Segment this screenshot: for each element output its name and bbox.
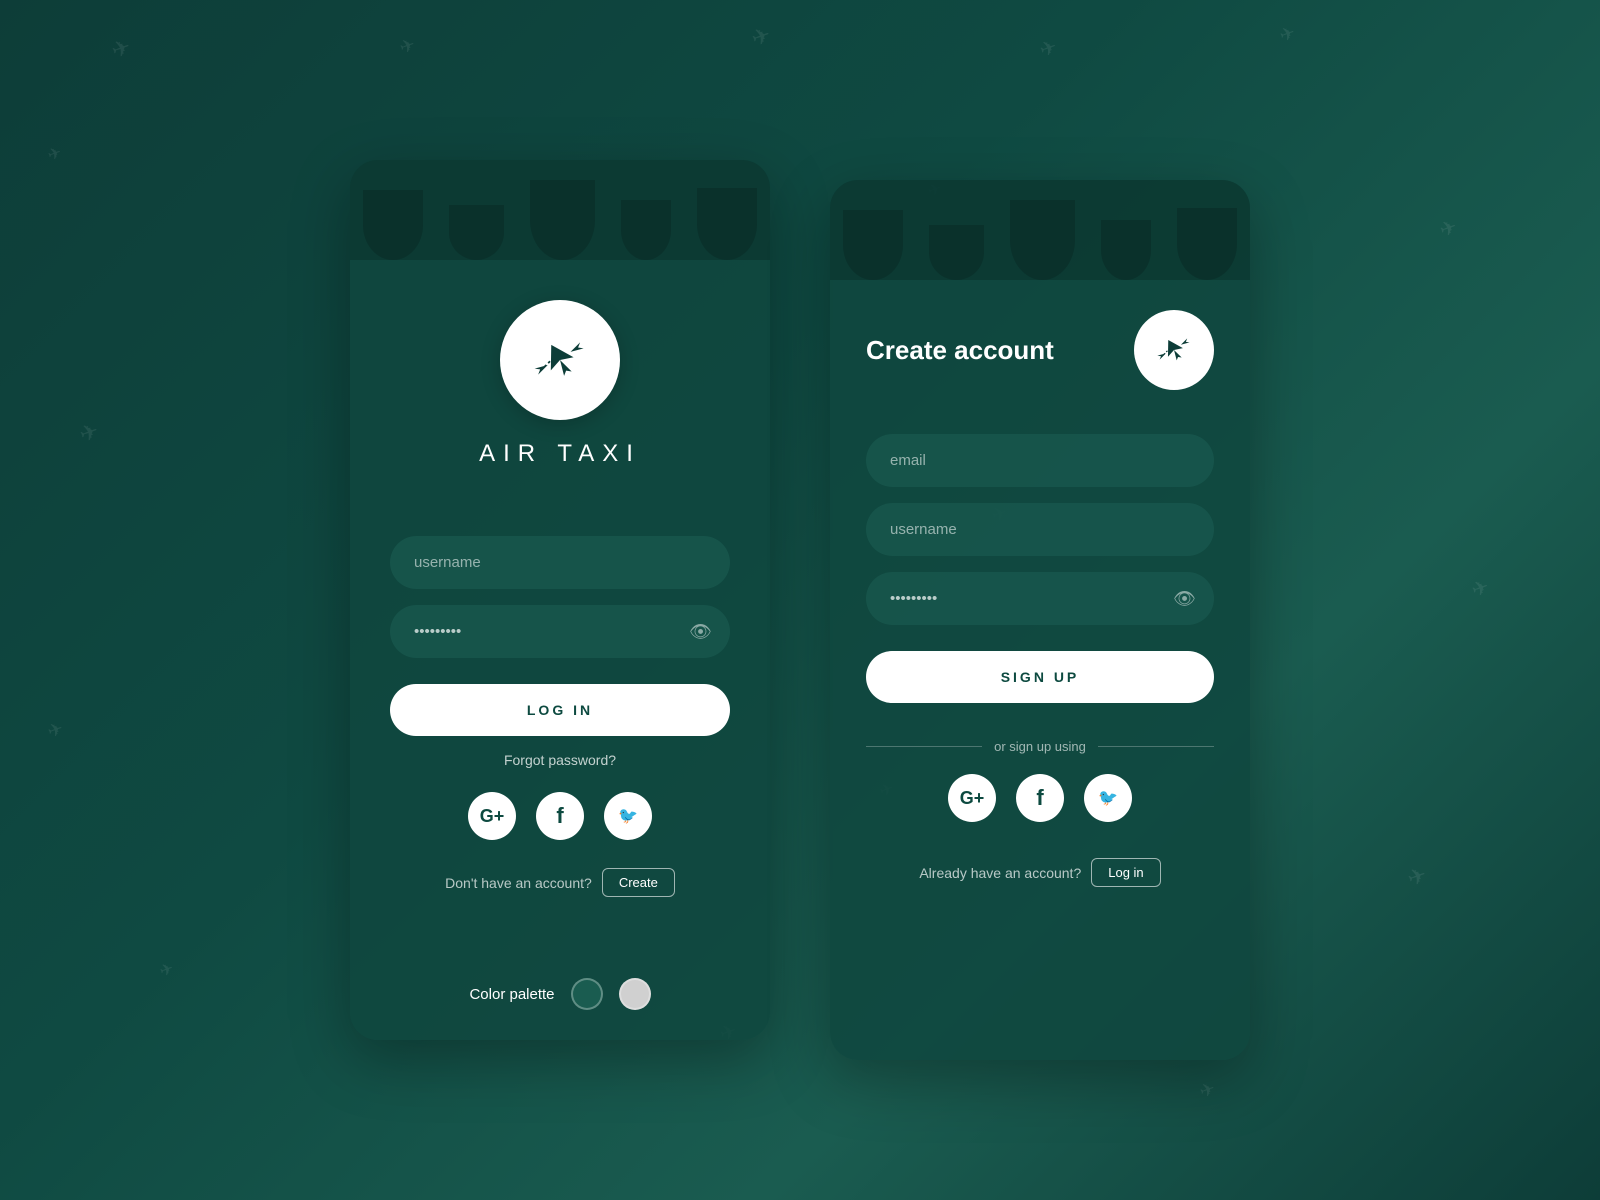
background-decoration: ✈ ✈ ✈ ✈ ✈ ✈ ✈ ✈ ✈ ✈ ✈ ✈ ✈ ✈ ✈ ✈ ✈ [0, 0, 1600, 1200]
password-input[interactable] [390, 605, 730, 658]
twitter-signup-button[interactable]: 🐦 [1084, 774, 1132, 822]
login-account-row: Already have an account? Log in [866, 858, 1214, 887]
create-account-row: Don't have an account? Create [390, 868, 730, 897]
login-header: AIR TAXI [350, 260, 770, 476]
create-account-button[interactable]: Create [602, 868, 675, 897]
google-login-button[interactable]: G+ [468, 792, 516, 840]
google-signup-button[interactable]: G+ [948, 774, 996, 822]
password-wrapper: 👁 [390, 605, 730, 658]
username-input[interactable] [390, 536, 730, 589]
google-icon: G+ [480, 806, 505, 827]
drip-decoration [350, 160, 770, 260]
color-palette-bar: Color palette [350, 978, 770, 1010]
create-account-title: Create account [866, 335, 1118, 366]
airplane-logo-icon [525, 325, 595, 395]
signup-form-section: 👁 SIGN UP or sign up using G+ f 🐦 Alread… [830, 390, 1250, 911]
signup-drip-decoration [830, 180, 1250, 280]
signup-airplane-logo-icon [1151, 327, 1197, 373]
signup-social-row: G+ f 🐦 [866, 774, 1214, 822]
signup-logo-circle [1134, 310, 1214, 390]
facebook-login-button[interactable]: f [536, 792, 584, 840]
facebook-signup-icon: f [1036, 785, 1043, 811]
social-login-row: G+ f 🐦 [390, 792, 730, 840]
twitter-icon: 🐦 [618, 806, 638, 826]
light-palette-dot[interactable] [619, 978, 651, 1010]
forgot-password-link[interactable]: Forgot password? [390, 752, 730, 768]
login-form-section: 👁 LOG IN Forgot password? G+ f 🐦 Don't h… [350, 476, 770, 927]
no-account-text: Don't have an account? [445, 875, 592, 891]
login-button[interactable]: LOG IN [390, 684, 730, 736]
or-divider: or sign up using [866, 739, 1214, 754]
or-text: or sign up using [994, 739, 1086, 754]
logo-circle [500, 300, 620, 420]
have-account-text: Already have an account? [919, 865, 1081, 881]
login-app-title: AIR TAXI [479, 440, 641, 468]
signup-password-input[interactable] [866, 572, 1214, 625]
signup-username-input[interactable] [866, 503, 1214, 556]
login-redirect-button[interactable]: Log in [1091, 858, 1160, 887]
signup-password-wrapper: 👁 [866, 572, 1214, 625]
facebook-signup-button[interactable]: f [1016, 774, 1064, 822]
email-input[interactable] [866, 434, 1214, 487]
facebook-icon: f [556, 803, 563, 829]
signup-button[interactable]: SIGN UP [866, 651, 1214, 703]
password-toggle-icon[interactable]: 👁 [689, 621, 712, 642]
palette-label: Color palette [469, 986, 554, 1003]
signup-password-toggle-icon[interactable]: 👁 [1173, 588, 1196, 609]
login-card: AIR TAXI 👁 LOG IN Forgot password? G+ f … [350, 160, 770, 1040]
twitter-login-button[interactable]: 🐦 [604, 792, 652, 840]
dark-palette-dot[interactable] [571, 978, 603, 1010]
google-signup-icon: G+ [960, 788, 985, 809]
twitter-signup-icon: 🐦 [1098, 788, 1118, 808]
signup-card: Create account 👁 SIGN UP or si [830, 180, 1250, 1060]
signup-header: Create account [830, 280, 1250, 390]
